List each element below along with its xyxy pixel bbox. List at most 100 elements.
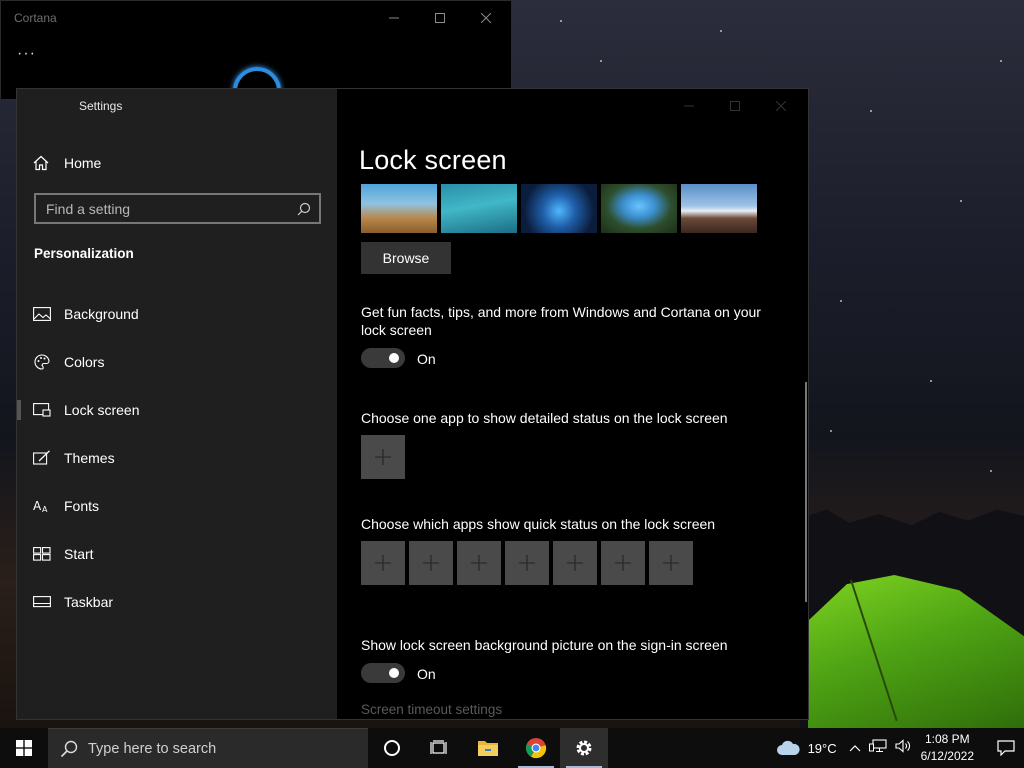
windows-logo-icon [16,740,32,756]
nav-item-themes[interactable]: Themes [17,434,337,482]
settings-taskbar-button[interactable] [560,728,608,768]
add-quick-status-app-button[interactable] [649,541,693,585]
nav-item-label: Fonts [64,498,100,514]
add-quick-status-app-button[interactable] [601,541,645,585]
cortana-window: Cortana ··· [0,0,512,115]
task-view-button[interactable] [416,728,464,768]
taskbar: Type here to search 19°C 1:08 PM 6/12/20… [0,728,1024,768]
nav-item-fonts[interactable]: AA Fonts [17,482,337,530]
cloud-icon [776,740,800,755]
settings-window: Settings Home Personalization Background [16,88,809,720]
lock-screen-icon [33,401,51,419]
nav-item-label: Background [64,306,139,322]
settings-nav-pane: Settings Home Personalization Background [17,89,337,719]
search-input[interactable] [36,200,289,217]
detailed-status-label: Choose one app to show detailed status o… [361,410,728,426]
lock-screen-picture-choices [361,184,757,233]
file-explorer-button[interactable] [464,728,512,768]
minimize-button[interactable] [371,5,417,31]
maximize-icon [435,13,445,23]
picture-thumbnail[interactable] [601,184,677,233]
plus-icon [615,555,631,571]
signin-background-label: Show lock screen background picture on t… [361,637,728,653]
add-quick-status-app-button[interactable] [457,541,501,585]
fun-facts-label: Get fun facts, tips, and more from Windo… [361,304,761,338]
fun-facts-toggle-state: On [417,351,436,367]
nav-item-background[interactable]: Background [17,290,337,338]
maximize-button[interactable] [417,5,463,31]
plus-icon [375,449,391,465]
maximize-button[interactable] [712,93,758,119]
clock-date: 6/12/2022 [920,749,974,763]
browse-button[interactable]: Browse [361,242,451,274]
weather-temperature: 19°C [807,740,837,756]
folder-icon [478,741,498,756]
picture-thumbnail[interactable] [441,184,517,233]
taskbar-search-placeholder: Type here to search [88,740,217,757]
taskbar-search-box[interactable]: Type here to search [48,728,368,768]
cortana-button[interactable] [368,728,416,768]
close-button[interactable] [463,5,509,31]
nav-item-lock-screen[interactable]: Lock screen [17,386,337,434]
action-center-button[interactable] [988,740,1024,756]
picture-thumbnail[interactable] [361,184,437,233]
palette-icon [33,353,51,371]
window-title: Settings [79,99,123,113]
clock[interactable]: 1:08 PM 6/12/2022 [921,731,974,765]
plus-icon [663,555,679,571]
add-quick-status-app-button[interactable] [505,541,549,585]
signin-background-toggle-state: On [417,666,436,682]
system-tray: 19°C 1:08 PM 6/12/2022 [776,728,1024,768]
search-icon[interactable] [289,202,319,216]
cortana-menu-button[interactable]: ··· [17,45,36,63]
quick-status-slots [361,541,693,585]
signin-background-toggle[interactable] [361,663,405,683]
picture-thumbnail[interactable] [521,184,597,233]
plus-icon [567,555,583,571]
nav-item-label: Taskbar [64,594,114,610]
notification-icon [997,740,1015,756]
home-icon [33,155,49,171]
nav-home[interactable]: Home [33,151,101,175]
plus-icon [423,555,439,571]
nav-item-start[interactable]: Start [17,530,337,578]
close-icon [481,13,491,23]
image-icon [33,305,51,323]
taskbar-icon [33,593,51,611]
quick-status-label: Choose which apps show quick status on t… [361,516,716,532]
close-icon [776,101,786,111]
minimize-button[interactable] [666,93,712,119]
nav-item-label: Start [64,546,94,562]
volume-icon[interactable] [895,738,911,758]
maximize-icon [730,101,740,111]
add-quick-status-app-button[interactable] [409,541,453,585]
screen-timeout-link[interactable]: Screen timeout settings [361,701,502,719]
nav-item-label: Themes [64,450,115,466]
chevron-up-icon[interactable] [849,739,861,757]
close-button[interactable] [758,93,804,119]
chrome-icon [525,738,547,759]
add-quick-status-app-button[interactable] [553,541,597,585]
start-button[interactable] [0,728,48,768]
themes-icon [33,449,51,467]
picture-thumbnail[interactable] [681,184,757,233]
find-setting-search[interactable] [34,193,321,224]
nav-list: Background Colors Lock screen Themes A A… [17,290,337,626]
plus-icon [375,555,391,571]
scrollbar[interactable] [805,382,807,602]
plus-icon [471,555,487,571]
settings-content-pane: Lock screen Browse Get fun facts, tips, … [337,89,808,719]
nav-item-label: Colors [64,354,105,370]
network-icon[interactable] [868,738,887,758]
task-view-icon [430,740,447,754]
cortana-circle-icon [384,740,400,756]
chrome-button[interactable] [512,728,560,768]
plus-icon [519,555,535,571]
weather-widget[interactable]: 19°C [776,740,837,756]
add-quick-status-app-button[interactable] [361,541,405,585]
add-detailed-status-app-button[interactable] [361,435,405,479]
fun-facts-toggle[interactable] [361,348,405,368]
nav-item-colors[interactable]: Colors [17,338,337,386]
nav-item-taskbar[interactable]: Taskbar [17,578,337,626]
clock-time: 1:08 PM [924,732,970,746]
